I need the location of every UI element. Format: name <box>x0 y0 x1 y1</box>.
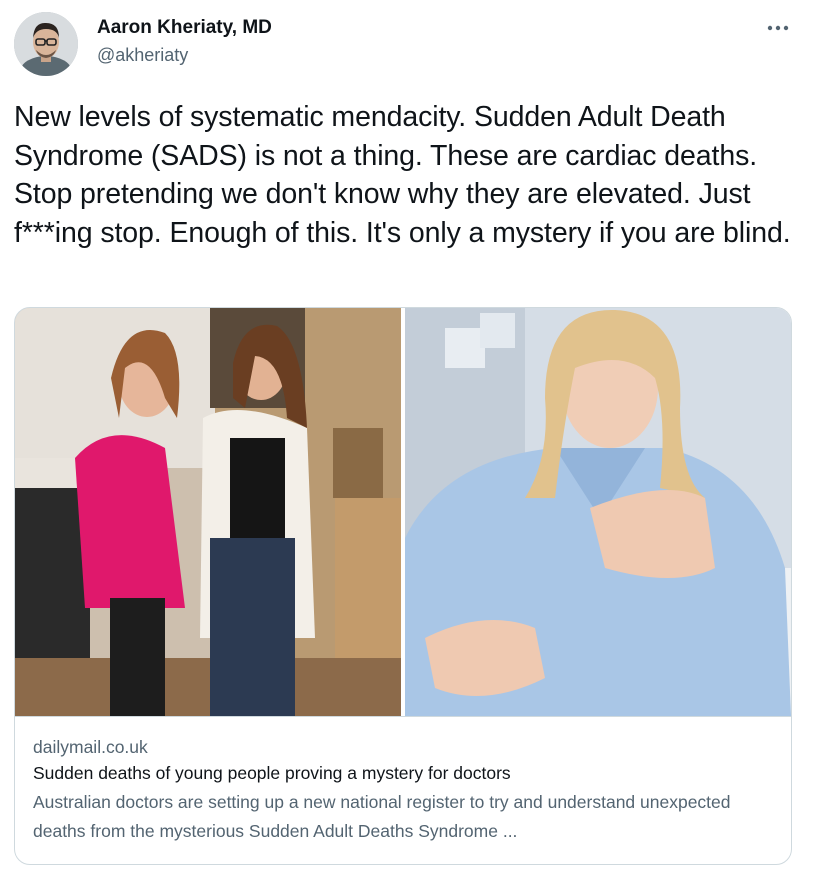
more-options-button[interactable] <box>760 10 796 46</box>
author-avatar[interactable] <box>14 12 78 76</box>
link-preview-card[interactable]: dailymail.co.uk Sudden deaths of young p… <box>14 307 792 865</box>
link-description: Australian doctors are setting up a new … <box>33 792 731 841</box>
photo-two-women <box>15 308 401 716</box>
more-horizontal-icon <box>767 25 789 31</box>
tweet-text: New levels of systematic mendacity. Sudd… <box>14 101 791 249</box>
author-handle[interactable]: @akheriaty <box>97 45 188 66</box>
avatar-photo <box>14 12 78 76</box>
photo-woman-chest-pain <box>405 308 791 716</box>
link-card-text: dailymail.co.uk Sudden deaths of young p… <box>33 735 773 846</box>
link-title: Sudden deaths of young people proving a … <box>33 763 511 783</box>
link-domain: dailymail.co.uk <box>33 737 148 757</box>
author-name[interactable]: Aaron Kheriaty, MD <box>97 17 272 39</box>
link-card-media[interactable] <box>15 308 791 717</box>
